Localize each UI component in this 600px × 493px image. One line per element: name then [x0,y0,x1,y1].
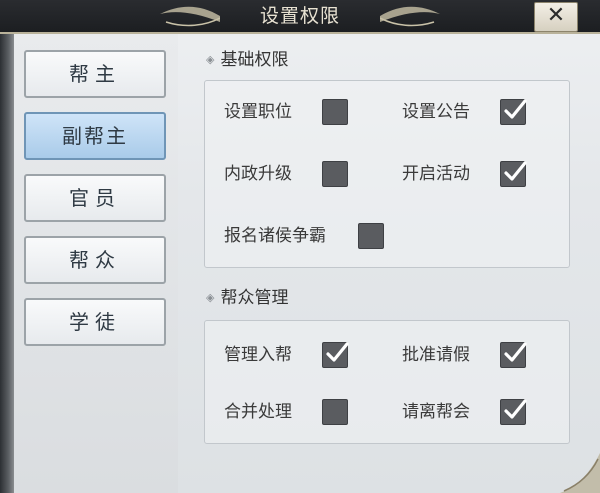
perm-label: 批准请假 [402,345,470,365]
section-title-text: 基础权限 [220,50,289,70]
section-title-basic: ◈ 基础权限 [206,48,288,72]
rank-tab-officer[interactable]: 官员 [24,174,166,222]
checkmark-icon [326,342,349,362]
title-ornament-right [380,6,440,27]
perm-checkbox[interactable] [500,99,527,125]
diamond-icon: ◈ [206,291,215,304]
checkmark-icon [504,399,527,419]
title-bar: 设置权限 ✕ [0,0,600,34]
perm-checkbox[interactable] [358,223,384,249]
perm-checkbox[interactable] [500,161,527,187]
perm-checkbox[interactable] [500,399,527,425]
corner-ornament [560,453,600,493]
section-title-member-management: ◈ 帮众管理 [206,286,288,310]
perm-label: 合并处理 [224,402,292,422]
close-button[interactable]: ✕ [534,2,578,32]
rank-sidebar: 帮主 副帮主 官员 帮众 学徒 [14,34,178,493]
perm-label: 内政升级 [224,164,292,184]
rank-tab-label: 副帮主 [62,124,128,148]
checkmark-icon [504,342,527,362]
rank-tab-member[interactable]: 帮众 [24,236,166,284]
perm-label: 请离帮会 [402,402,470,422]
rank-tab-vice-leader[interactable]: 副帮主 [24,112,166,160]
window-left-edge [0,0,14,493]
rank-tab-label: 帮主 [69,62,121,86]
set-permissions-dialog: 设置权限 ✕ 帮主 副帮主 官员 帮众 学徒 ◈ 基础权限 设置职位 设置公告 … [0,0,600,493]
rank-tab-label: 官员 [69,186,121,210]
perm-label: 设置公告 [402,102,470,122]
dialog-title: 设置权限 [259,5,340,27]
checkmark-icon [504,161,527,181]
perm-label: 设置职位 [224,102,292,122]
perm-checkbox[interactable] [500,342,527,368]
perm-checkbox[interactable] [322,99,348,125]
rank-tab-label: 帮众 [69,248,121,272]
perm-label: 管理入帮 [224,345,292,365]
perm-label: 报名诸侯争霸 [224,226,326,246]
rank-tab-label: 学徒 [69,310,121,334]
perm-checkbox[interactable] [322,399,348,425]
diamond-icon: ◈ [206,53,215,66]
rank-tab-apprentice[interactable]: 学徒 [24,298,166,346]
section-title-text: 帮众管理 [220,288,289,308]
perm-label: 开启活动 [402,164,470,184]
rank-tab-leader[interactable]: 帮主 [24,50,166,98]
member-management-panel [204,320,570,444]
close-icon: ✕ [546,3,566,28]
checkmark-icon [504,99,527,119]
perm-checkbox[interactable] [322,161,348,187]
perm-checkbox[interactable] [322,342,349,368]
